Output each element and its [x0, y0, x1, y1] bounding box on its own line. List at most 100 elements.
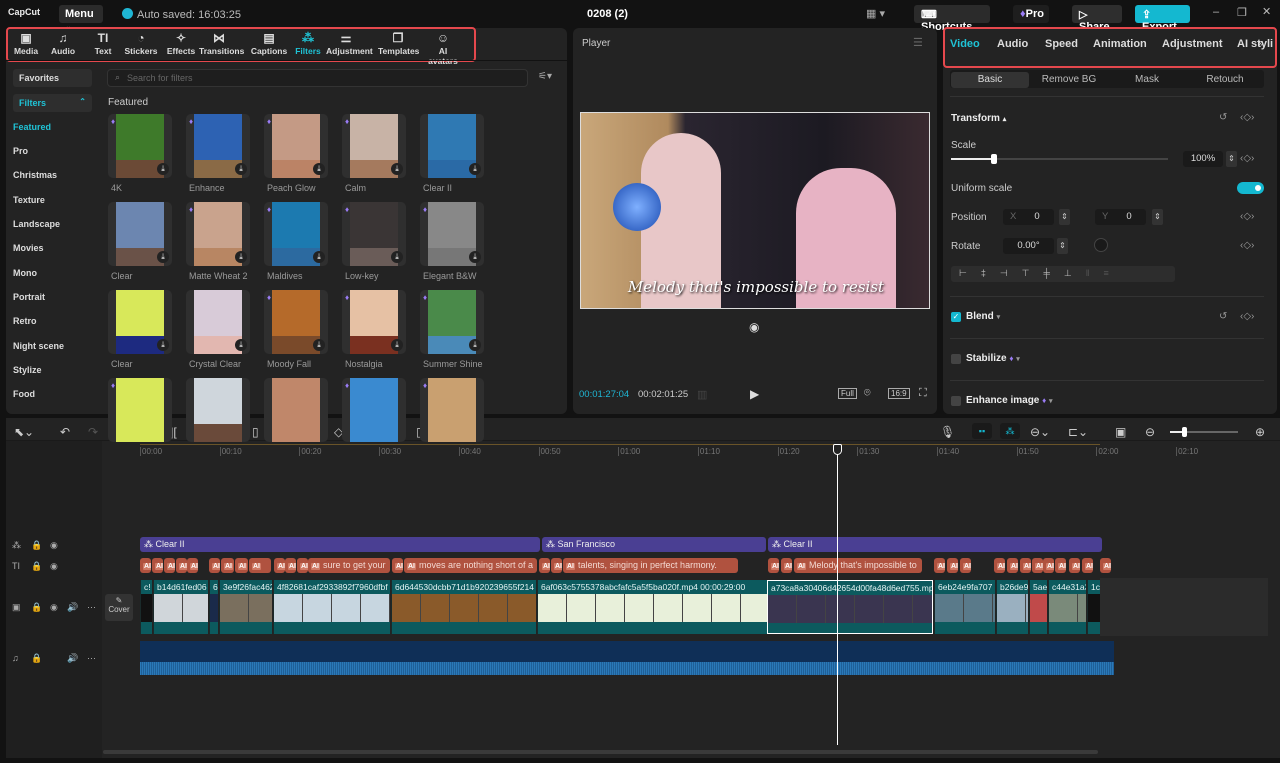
category-night-scene[interactable]: Night scene: [13, 341, 64, 351]
filter-thumbnail[interactable]: ♦: [342, 378, 406, 442]
tool-media[interactable]: ▣ Media: [6, 30, 46, 56]
tab-animation[interactable]: Animation: [1093, 38, 1147, 50]
filter-thumbnail[interactable]: ♦ ⤓: [420, 290, 484, 354]
text-clip[interactable]: AI: [1082, 558, 1093, 573]
download-icon[interactable]: ⤓: [235, 339, 247, 351]
text-clip[interactable]: AI: [1043, 558, 1054, 573]
filter-thumbnail[interactable]: ♦ ⤓: [186, 114, 250, 178]
tool-stickers[interactable]: ◔ Stickers: [121, 30, 161, 56]
zoom-in-icon[interactable]: ⊕: [1255, 425, 1265, 439]
text-clip[interactable]: AI talents, singing in perfect harmony.: [563, 558, 738, 573]
tool-audio[interactable]: ♫ Audio: [43, 30, 83, 56]
filter-thumbnail[interactable]: ♦ ⤓: [342, 202, 406, 266]
link-icon[interactable]: ⊖⌄: [1030, 425, 1050, 439]
text-clip[interactable]: AI: [994, 558, 1005, 573]
redo-icon[interactable]: ↷: [88, 425, 98, 439]
scale-keyframe-icon[interactable]: ‹◇›: [1240, 153, 1254, 164]
text-clip[interactable]: AI: [539, 558, 550, 573]
category-stylize[interactable]: Stylize: [13, 365, 42, 375]
video-preview[interactable]: Melody that's impossible to resist: [580, 112, 930, 309]
video-clip[interactable]: 3e9f26fac462: [219, 580, 272, 634]
undo-icon[interactable]: ↶: [60, 425, 70, 439]
text-clip[interactable]: AI: [274, 558, 285, 573]
tool-transitions[interactable]: ⋈ Transitions: [199, 30, 244, 56]
filter-thumbnail[interactable]: [186, 378, 250, 442]
video-clip[interactable]: b14d61fed06: [153, 580, 208, 634]
rotate-keyframe-icon[interactable]: ‹◇›: [1240, 240, 1254, 251]
microphone-icon[interactable]: 🎙: [940, 425, 955, 439]
tool-captions[interactable]: ▤ Captions: [249, 30, 289, 56]
text-clip[interactable]: AI: [187, 558, 198, 573]
horizontal-scrollbar[interactable]: [103, 750, 1098, 754]
visibility-icon[interactable]: ◉: [50, 561, 58, 572]
text-clip[interactable]: AI: [164, 558, 175, 573]
rotate-handle-icon[interactable]: ◉: [749, 320, 759, 334]
filter-thumbnail[interactable]: ♦ ⤓: [342, 114, 406, 178]
scale-slider-thumb[interactable]: [991, 154, 998, 164]
aspect-ratio-button[interactable]: 16:9: [888, 388, 910, 399]
filter-thumbnail[interactable]: ♦ ⤓: [264, 290, 328, 354]
hamburger-icon[interactable]: ☰: [913, 36, 923, 49]
category-mono[interactable]: Mono: [13, 268, 37, 278]
filter-thumbnail[interactable]: ♦ ⤓: [186, 202, 250, 266]
filter-thumbnail[interactable]: ♦ ⤓: [108, 114, 172, 178]
sort-filter-icon[interactable]: ⚟▾: [538, 71, 552, 82]
download-icon[interactable]: ⤓: [469, 339, 481, 351]
download-icon[interactable]: ⤓: [391, 163, 403, 175]
category-filters[interactable]: Filters ⌃: [13, 94, 92, 112]
zoom-slider-thumb[interactable]: [1182, 427, 1187, 437]
position-x-stepper[interactable]: ⇕: [1059, 209, 1070, 225]
category-food[interactable]: Food: [13, 389, 35, 399]
text-clip[interactable]: AI: [297, 558, 308, 573]
tab-audio[interactable]: Audio: [997, 38, 1028, 50]
filter-thumbnail[interactable]: ♦ ⤓: [420, 202, 484, 266]
scale-slider[interactable]: [951, 154, 1168, 164]
category-portrait[interactable]: Portrait: [13, 292, 45, 302]
filter-thumbnail[interactable]: ⤓: [108, 202, 172, 266]
text-clip[interactable]: AI: [285, 558, 296, 573]
shortcuts-button[interactable]: ⌨ Shortcuts: [914, 5, 990, 33]
playhead[interactable]: [837, 445, 838, 745]
rotate-dial[interactable]: [1094, 238, 1108, 252]
video-clip[interactable]: 5ae: [1029, 580, 1047, 634]
text-clip[interactable]: AI sure to get your: [308, 558, 390, 573]
text-clip[interactable]: AI moves are nothing short of a: [404, 558, 537, 573]
text-clip[interactable]: AI: [1100, 558, 1111, 573]
video-clip[interactable]: a73ca8a30406d42654d00fa48d6ed755.mp4: [767, 580, 933, 634]
mute-icon[interactable]: 🔊: [67, 602, 78, 613]
video-clip[interactable]: 6d644530dcbb71d1b920239655f214: [391, 580, 536, 634]
layout-icon[interactable]: ▦ ▾: [866, 7, 885, 20]
select-tool-icon[interactable]: ⬉⌄: [14, 425, 34, 439]
scale-stepper[interactable]: ⇕: [1226, 151, 1237, 167]
text-clip[interactable]: AI: [947, 558, 958, 573]
tool-adjustment[interactable]: ⚌ Adjustment: [326, 30, 373, 56]
category-movies[interactable]: Movies: [13, 243, 44, 253]
position-keyframe-icon[interactable]: ‹◇›: [1240, 211, 1254, 222]
auto-snap-icon[interactable]: ⁂: [1000, 423, 1020, 439]
subtab-retouch[interactable]: Retouch: [1186, 72, 1264, 88]
filter-thumbnail[interactable]: ⤓: [186, 290, 250, 354]
zoom-out-icon[interactable]: ⊖: [1145, 425, 1155, 439]
tool-text[interactable]: TI Text: [83, 30, 123, 56]
zoom-slider[interactable]: [1170, 427, 1238, 437]
position-y-stepper[interactable]: ⇕: [1152, 209, 1163, 225]
download-icon[interactable]: ⤓: [157, 339, 169, 351]
download-icon[interactable]: ⤓: [235, 251, 247, 263]
download-icon[interactable]: ⤓: [391, 339, 403, 351]
category-retro[interactable]: Retro: [13, 316, 37, 326]
category-featured[interactable]: Featured: [13, 122, 51, 132]
filter-clip[interactable]: ⁂ Clear II: [140, 537, 540, 552]
tool-templates[interactable]: ❐ Templates: [378, 30, 419, 56]
export-button[interactable]: ⇪ Export: [1135, 5, 1190, 33]
text-clip[interactable]: AI: [209, 558, 220, 573]
video-clip[interactable]: c44e31a3: [1048, 580, 1086, 634]
tab-speed[interactable]: Speed: [1045, 38, 1078, 50]
text-clip[interactable]: AI: [221, 558, 234, 573]
filter-thumbnail[interactable]: ⤓: [420, 114, 484, 178]
cover-button[interactable]: ✎ Cover: [105, 594, 133, 621]
text-clip[interactable]: AI: [1055, 558, 1066, 573]
tab-video[interactable]: Video: [950, 38, 980, 50]
tool-filters[interactable]: ⁂ Filters: [288, 30, 328, 56]
scale-value-input[interactable]: 100%: [1183, 151, 1223, 167]
pro-button[interactable]: ♦Pro: [1013, 5, 1049, 23]
